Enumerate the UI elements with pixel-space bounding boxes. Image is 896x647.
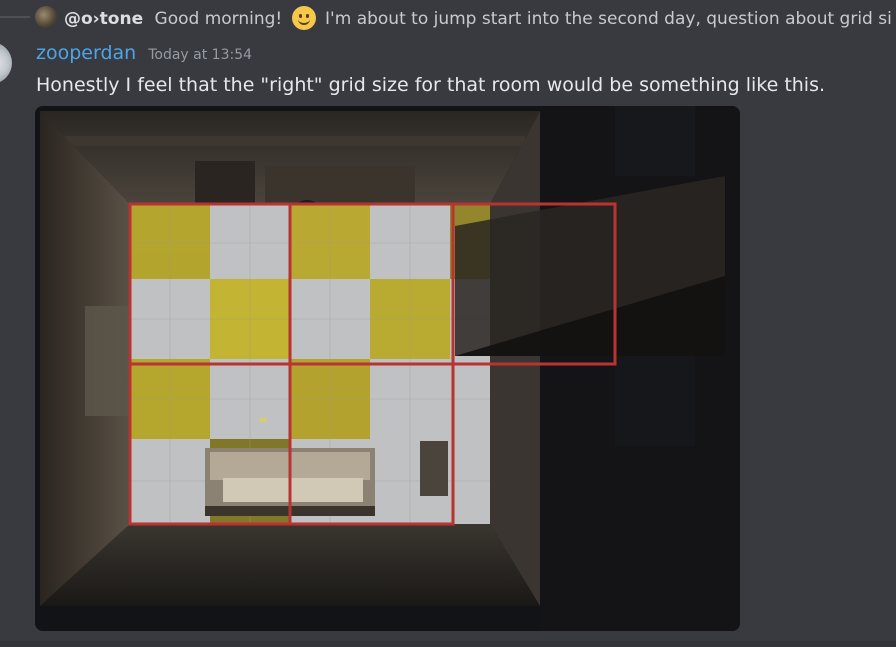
reply-author[interactable]: @o›tone <box>64 9 143 29</box>
reply-spine <box>0 16 30 18</box>
room-render-image <box>35 106 740 631</box>
image-attachment[interactable] <box>35 106 740 631</box>
smile-emoji-icon <box>291 6 316 30</box>
message-text: Honestly I feel that the "right" grid si… <box>36 74 826 96</box>
reply-avatar[interactable] <box>35 6 57 28</box>
avatar[interactable] <box>0 42 12 84</box>
reply-preview[interactable]: @o›tone Good morning! I'm about to jump … <box>0 0 896 34</box>
timestamp[interactable]: Today at 13:54 <box>148 47 252 63</box>
reply-text-end: I'm about to jump start into the second … <box>325 9 892 29</box>
composer-edge <box>0 641 896 647</box>
reply-text-start: Good morning! <box>154 9 283 29</box>
username[interactable]: zooperdan <box>36 42 136 64</box>
message-header: zooperdan Today at 13:54 <box>36 42 252 64</box>
reply-content[interactable]: @o›tone Good morning! I'm about to jump … <box>64 6 892 30</box>
